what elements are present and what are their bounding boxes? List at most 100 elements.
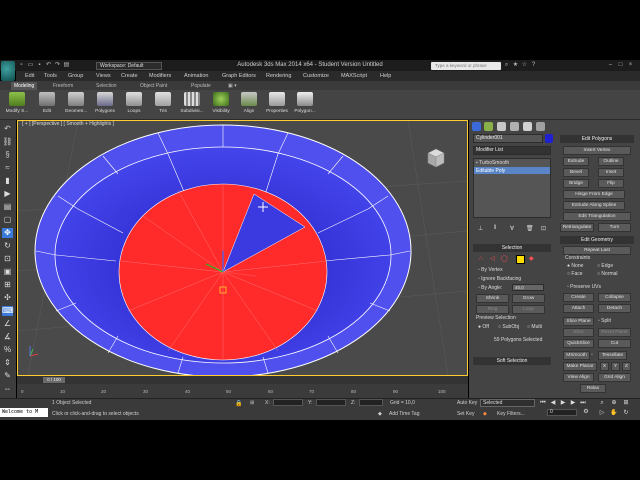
keyboard-shortcut-icon[interactable]: ⌨ [2,306,14,316]
turn-button[interactable]: Turn [598,223,631,232]
polygon-mode-icon[interactable] [516,255,525,264]
menu-graph-editors[interactable]: Graph Editors [222,72,256,80]
edit-button[interactable]: Edit [34,92,60,120]
unlink-icon[interactable]: § [2,150,13,160]
menu-group[interactable]: Group [68,72,83,80]
tessellate-button[interactable]: Tessellate [598,351,627,360]
flip-button[interactable]: Flip [598,179,624,188]
pin-stack-icon[interactable]: ⊥ [478,225,483,232]
perspective-viewport[interactable] [17,120,468,378]
modifier-list-dropdown[interactable]: Modifier List [473,146,551,155]
lock-selection-icon[interactable]: 🔒 [235,400,242,407]
play-icon[interactable]: ▶ [559,400,567,407]
x-coord-field[interactable] [273,399,303,406]
prev-frame-icon[interactable]: ◀ [549,400,557,407]
repeat-last-button[interactable]: Repeat Last [563,246,631,255]
viewcube-icon[interactable] [427,148,445,168]
extrude-button[interactable]: Extrude [563,157,589,166]
preview-subobj-radio[interactable]: ○ SubObj [498,324,519,330]
pivot-center-icon[interactable]: ⊞ [2,280,13,290]
zoom-extents-icon[interactable]: ⊞ [622,400,630,407]
outline-button[interactable]: Outline [598,157,624,166]
viewport-label[interactable]: [ + ] [Perspective ] [ Smooth + Highligh… [22,121,114,127]
maxscript-listener[interactable]: Welcome to M [0,408,48,417]
rotate-icon[interactable]: ↻ [2,241,13,251]
z-coord-field[interactable] [359,399,383,406]
menu-help[interactable]: Help [380,72,391,80]
key-filters-button[interactable]: Key Filters... [497,411,525,417]
view-align-button[interactable]: View Align [563,373,594,382]
pan-icon[interactable]: ✋ [610,410,618,417]
goto-end-icon[interactable]: ⏭ [579,400,587,407]
save-icon[interactable]: ▪ [36,62,43,69]
edge-mode-icon[interactable]: ◁ [490,255,495,262]
planar-y-button[interactable]: Y [611,362,620,371]
undo-tool-icon[interactable]: ↶ [2,124,13,134]
align-button[interactable]: Align [236,92,262,120]
grid-align-button[interactable]: Grid Align [598,373,631,382]
time-config-icon[interactable]: ⚙ [582,409,590,416]
search-icon[interactable]: ⌕ [503,62,510,69]
soft-selection-rollout-header[interactable]: Soft Selection [473,357,551,365]
key-mode-dropdown[interactable]: Selected [480,399,535,407]
menu-tools[interactable]: Tools [44,72,57,80]
msmooth-button[interactable]: MSmooth [563,351,590,360]
named-selection-icon[interactable]: ✎ [2,371,13,381]
remove-modifier-icon[interactable]: 🗑 [526,225,534,232]
make-planar-button[interactable]: Make Planar [563,362,597,371]
menu-views[interactable]: Views [96,72,111,80]
constraint-edge-radio[interactable]: ○ Edge [597,263,613,269]
attach-button[interactable]: Attach [563,304,594,313]
modify-tab-icon[interactable] [484,122,493,131]
help-icon[interactable]: ? [530,62,537,69]
light-bulb-icon[interactable]: ▪ [476,160,478,166]
edit-polygons-rollout-header[interactable]: Edit Polygons [560,135,634,143]
create-button[interactable]: Create [563,293,594,302]
add-time-tag[interactable]: Add Time Tag [389,411,419,417]
spinner-snap-icon[interactable]: ⇕ [2,358,13,368]
mirror-icon[interactable]: ⇔ [2,384,13,394]
favorites-icon[interactable]: ☆ [521,62,528,69]
zoom-icon[interactable]: ⌕ [598,400,606,407]
region-select-icon[interactable]: ▢ [2,215,13,225]
subdivision-button[interactable]: Subdivisi... [179,92,205,120]
orbit-icon[interactable]: ↻ [622,410,630,417]
subscription-icon[interactable]: ★ [512,62,519,69]
edit-geometry-rollout-header[interactable]: Edit Geometry [560,236,634,244]
make-unique-icon[interactable]: ∀ [510,225,514,232]
select-object-icon[interactable]: ▶ [2,189,13,199]
tab-populate[interactable]: Populate [191,82,211,90]
maximize-icon[interactable]: □ [617,62,624,69]
create-tab-icon[interactable] [472,122,481,131]
loops-button[interactable]: Loops [121,92,147,120]
stack-item-turbosmooth[interactable]: ▪ TurboSmooth [476,160,509,166]
set-key-icon[interactable]: ◆ [483,411,487,417]
menu-rendering[interactable]: Rendering [266,72,291,80]
constraint-normal-radio[interactable]: ○ Normal [597,271,618,277]
y-coord-field[interactable] [316,399,346,406]
auto-key-button[interactable]: Auto Key [457,400,477,406]
inset-button[interactable]: Inset [598,168,624,177]
detach-button[interactable]: Detach [598,304,631,313]
planar-z-button[interactable]: Z [622,362,631,371]
relax-button[interactable]: Relax [580,384,606,393]
display-tab-icon[interactable] [523,122,532,131]
tab-freeform[interactable]: Freeform [53,82,73,90]
zoom-all-icon[interactable]: ⊕ [610,400,618,407]
grow-button[interactable]: Grow [512,294,545,303]
slice-button[interactable]: Slice [563,328,594,337]
vertex-mode-icon[interactable]: ∴ [479,255,483,262]
bevel-button[interactable]: Bevel [563,168,589,177]
stack-item-editable-poly[interactable]: Editable Poly [474,167,550,174]
insert-vertex-button[interactable]: Insert Vertex [563,146,631,155]
loop-button[interactable]: Loop [512,305,545,314]
ribbon-options-icon[interactable]: ▣ ▾ [228,82,237,90]
scale-icon[interactable]: ⊡ [2,254,13,264]
retriangulate-button[interactable]: Retriangulate [560,223,594,232]
object-name-field[interactable]: Cylinder001 [473,134,543,143]
app-logo[interactable] [1,61,15,81]
time-slider[interactable]: 0 / 100 [43,377,65,383]
msmooth-settings-icon[interactable]: ▫ [591,352,593,358]
preview-off-radio[interactable]: ● Off [478,324,489,330]
ring-button[interactable]: Ring [476,305,509,314]
